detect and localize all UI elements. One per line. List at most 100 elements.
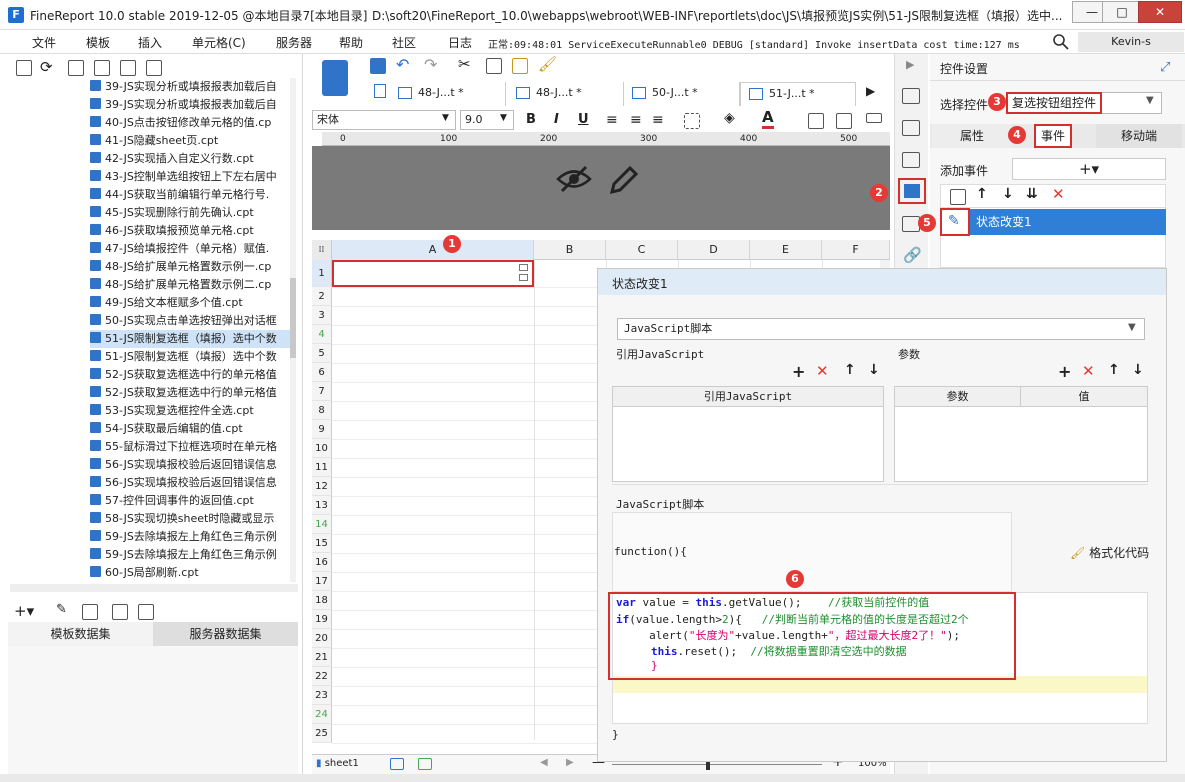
move-bottom-icon[interactable]: ⇊ xyxy=(1026,186,1038,202)
settings-icon[interactable] xyxy=(94,60,110,76)
tree-item[interactable]: 56-JS实现填报校验后返回错误信息 xyxy=(90,474,296,492)
menu-help[interactable]: 帮助 xyxy=(339,34,363,51)
tree-item[interactable]: 48-JS给扩展单元格置数示例二.cp xyxy=(90,276,296,294)
row-header[interactable]: 17 xyxy=(312,572,332,591)
open-icon[interactable] xyxy=(68,60,84,76)
row-header[interactable]: 14 xyxy=(312,515,332,534)
row-header[interactable]: 23 xyxy=(312,686,332,705)
row-header[interactable]: 1 xyxy=(312,260,332,287)
row-header[interactable]: 10 xyxy=(312,439,332,458)
select-all-corner[interactable]: ⁞⁞ xyxy=(312,240,332,260)
hyperlink-icon[interactable]: 🔗 xyxy=(903,246,922,264)
delete-icon[interactable] xyxy=(120,60,136,76)
tree-item[interactable]: 42-JS实现插入自定义行数.cpt xyxy=(90,150,296,168)
add-dataset-icon[interactable]: +▾ xyxy=(14,602,34,620)
sheet-nav-right-icon[interactable]: ▶ xyxy=(566,757,574,768)
column-header-b[interactable]: B xyxy=(534,240,606,260)
tab-file-1[interactable]: 48-J...t * xyxy=(390,82,506,106)
tree-item[interactable]: 40-JS点击按钮修改单元格的值.cp xyxy=(90,114,296,132)
delete-event-icon[interactable]: ✕ xyxy=(1052,185,1065,203)
tree-item[interactable]: 43-JS控制单选组按钮上下左右居中 xyxy=(90,168,296,186)
chevron-down-icon[interactable]: ▼ xyxy=(1146,95,1154,106)
menu-server[interactable]: 服务器 xyxy=(276,34,312,51)
row-header[interactable]: 20 xyxy=(312,629,332,648)
dataset-params-icon[interactable] xyxy=(138,604,154,620)
chevron-down-icon[interactable]: ▼ xyxy=(442,113,449,123)
save-icon[interactable] xyxy=(370,58,386,74)
move-down-icon[interactable]: ↓ xyxy=(868,362,880,378)
user-account[interactable]: Kevin-s xyxy=(1078,32,1184,52)
event-item[interactable]: 状态改变1 xyxy=(940,209,1166,235)
merge-cells-icon[interactable] xyxy=(808,113,824,129)
sheet-tab-sheet1[interactable]: ▮ sheet1 xyxy=(316,758,359,769)
row-header[interactable]: 11 xyxy=(312,458,332,477)
edit-pen-icon[interactable] xyxy=(606,164,640,196)
widget-settings-icon[interactable] xyxy=(898,178,926,204)
menu-log[interactable]: 日志 xyxy=(448,34,472,51)
italic-button[interactable]: I xyxy=(554,112,559,127)
add-form-sheet-icon[interactable] xyxy=(418,758,432,770)
row-header[interactable]: 3 xyxy=(312,306,332,325)
row-header[interactable]: 7 xyxy=(312,382,332,401)
widget-type-value[interactable]: 复选按钮组控件 xyxy=(1006,92,1102,114)
widget-properties-icon[interactable] xyxy=(322,60,348,96)
close-button[interactable]: ✕ xyxy=(1138,1,1182,23)
move-down-icon[interactable]: ↓ xyxy=(1132,362,1144,378)
more-format-icon[interactable] xyxy=(866,113,882,123)
pin-panel-icon[interactable]: ⤢ xyxy=(1160,60,1170,75)
tree-item[interactable]: 46-JS获取填报预览单元格.cpt xyxy=(90,222,296,240)
delete-ref-icon[interactable]: ✕ xyxy=(816,362,829,380)
copy-icon[interactable] xyxy=(486,58,502,74)
collapse-arrow-icon[interactable]: ▶ xyxy=(906,58,914,71)
maximize-button[interactable]: □ xyxy=(1102,1,1142,23)
left-splitter[interactable] xyxy=(302,54,303,774)
move-down-icon[interactable]: ↓ xyxy=(1002,186,1014,202)
tab-mobile[interactable]: 移动端 xyxy=(1096,124,1182,148)
row-header[interactable]: 13 xyxy=(312,496,332,515)
tree-item[interactable]: 41-JS隐藏sheet页.cpt xyxy=(90,132,296,150)
tab-file-4[interactable]: 51-J...t * xyxy=(740,82,856,106)
tree-item[interactable]: 49-JS给文本框赋多个值.cpt xyxy=(90,294,296,312)
tab-server-dataset[interactable]: 服务器数据集 xyxy=(153,622,298,646)
paste-icon[interactable] xyxy=(512,58,528,74)
fill-color-icon[interactable]: ◈ xyxy=(724,110,735,126)
menu-file[interactable]: 文件 xyxy=(32,34,56,51)
search-icon[interactable] xyxy=(1052,33,1070,51)
tree-item[interactable]: 58-JS实现切换sheet时隐藏或显示 xyxy=(90,510,296,528)
row-header[interactable]: 22 xyxy=(312,667,332,686)
delete-param-icon[interactable]: ✕ xyxy=(1082,362,1095,380)
tree-item[interactable]: 57-控件回调事件的返回值.cpt xyxy=(90,492,296,510)
delete-dataset-icon[interactable] xyxy=(82,604,98,620)
row-header[interactable]: 2 xyxy=(312,287,332,306)
menu-community[interactable]: 社区 xyxy=(392,34,416,51)
zoom-slider-track[interactable] xyxy=(612,764,822,765)
tree-item[interactable]: 56-JS实现填报校验后返回错误信息 xyxy=(90,456,296,474)
column-header-a[interactable]: A xyxy=(332,240,534,260)
row-header[interactable]: 8 xyxy=(312,401,332,420)
tree-item[interactable]: 50-JS实现点击单选按钮弹出对话框 xyxy=(90,312,296,330)
row-header[interactable]: 25 xyxy=(312,724,332,743)
tree-item[interactable]: 54-JS获取最后编辑的值.cpt xyxy=(90,420,296,438)
add-sheet-icon[interactable] xyxy=(390,758,404,770)
unmerge-cells-icon[interactable] xyxy=(836,113,852,129)
tree-item[interactable]: 44-JS获取当前编辑行单元格行号. xyxy=(90,186,296,204)
tab-template-dataset[interactable]: 模板数据集 xyxy=(8,622,153,646)
format-code-button[interactable]: 🖌 格式化代码 xyxy=(1070,544,1149,561)
tab-scroll-icon[interactable] xyxy=(374,84,386,98)
tab-attributes[interactable]: 属性 xyxy=(932,124,1012,148)
row-header[interactable]: 9 xyxy=(312,420,332,439)
tree-item[interactable]: 59-JS去除填报左上角红色三角示例 xyxy=(90,528,296,546)
tree-item[interactable]: 48-JS给扩展单元格置数示例一.cp xyxy=(90,258,296,276)
column-header-f[interactable]: F xyxy=(822,240,890,260)
hide-eye-icon[interactable] xyxy=(556,164,592,194)
column-header-d[interactable]: D xyxy=(678,240,750,260)
row-header[interactable]: 18 xyxy=(312,591,332,610)
tree-item[interactable]: 53-JS实现复选框控件全选.cpt xyxy=(90,402,296,420)
row-header[interactable]: 16 xyxy=(312,553,332,572)
script-type-select[interactable]: JavaScript脚本 xyxy=(617,318,1145,340)
column-header-e[interactable]: E xyxy=(750,240,822,260)
format-painter-icon[interactable]: 🖌 xyxy=(538,55,557,73)
cut-icon[interactable]: ✂ xyxy=(458,55,471,73)
row-header[interactable]: 6 xyxy=(312,363,332,382)
tree-item[interactable]: 55-鼠标滑过下拉框选项时在单元格 xyxy=(90,438,296,456)
